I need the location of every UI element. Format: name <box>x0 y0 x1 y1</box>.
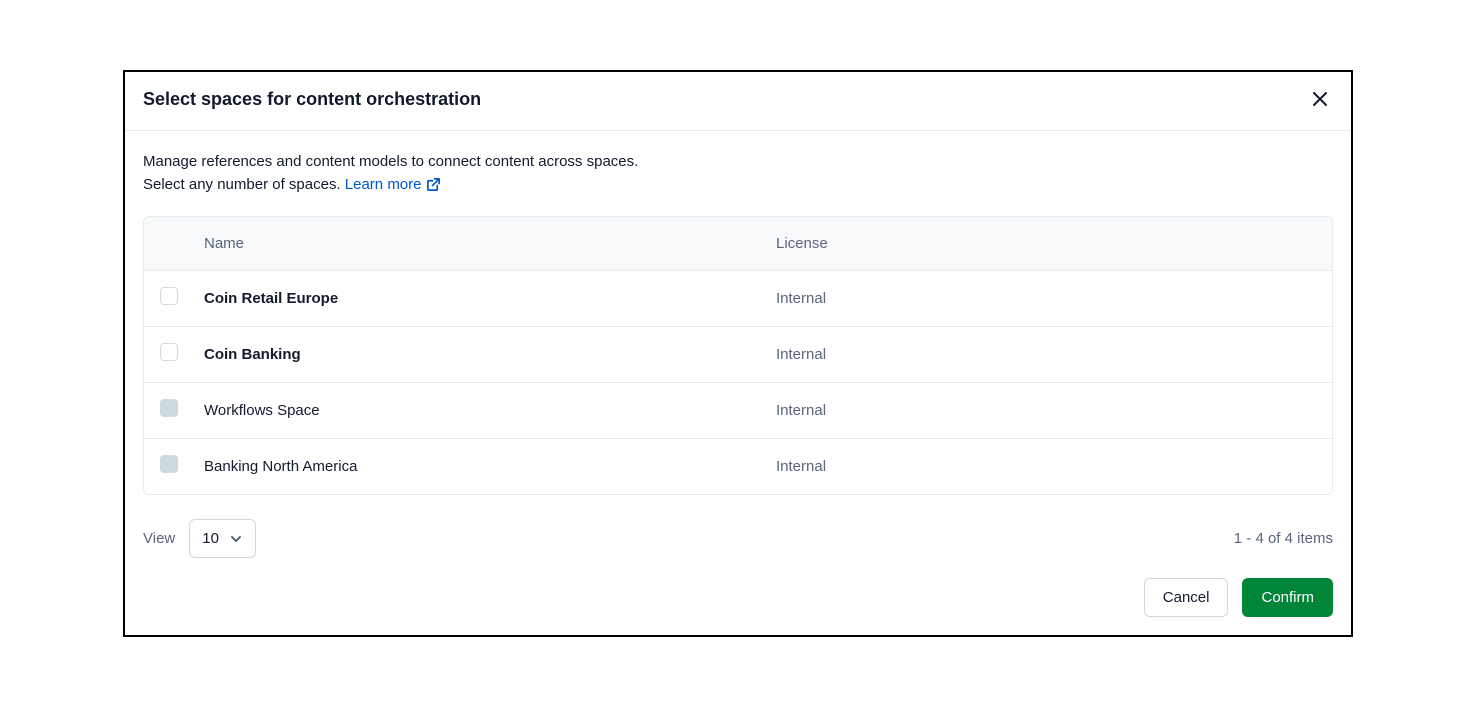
modal-header: Select spaces for content orchestration <box>125 72 1351 131</box>
row-license: Internal <box>776 458 1316 475</box>
learn-more-label: Learn more <box>345 174 422 197</box>
chevron-down-icon <box>229 532 243 546</box>
cancel-button[interactable]: Cancel <box>1144 578 1229 617</box>
modal-body: Manage references and content models to … <box>125 131 1351 635</box>
modal-title: Select spaces for content orchestration <box>143 89 481 110</box>
confirm-button[interactable]: Confirm <box>1242 578 1333 617</box>
row-license: Internal <box>776 346 1316 363</box>
checkbox-cell <box>160 343 204 366</box>
table-footer: View 10 1 - 4 of 4 items <box>143 519 1333 558</box>
view-page-size-select[interactable]: 10 <box>189 519 256 558</box>
close-icon <box>1311 90 1329 108</box>
select-spaces-modal: Select spaces for content orchestration … <box>123 70 1353 637</box>
row-name: Banking North America <box>204 458 776 475</box>
row-checkbox <box>160 399 178 417</box>
table-row: Coin BankingInternal <box>144 327 1332 383</box>
view-group: View 10 <box>143 519 256 558</box>
table-row: Coin Retail EuropeInternal <box>144 271 1332 327</box>
modal-description: Manage references and content models to … <box>143 151 1333 196</box>
row-license: Internal <box>776 290 1316 307</box>
row-checkbox[interactable] <box>160 343 178 361</box>
modal-actions: Cancel Confirm <box>143 578 1333 617</box>
view-label: View <box>143 530 175 547</box>
spaces-table: Name License Coin Retail EuropeInternalC… <box>143 216 1333 495</box>
table-row: Workflows SpaceInternal <box>144 383 1332 439</box>
col-name-header: Name <box>204 235 776 252</box>
row-name: Workflows Space <box>204 402 776 419</box>
close-button[interactable] <box>1307 86 1333 112</box>
checkbox-cell <box>160 287 204 310</box>
row-name: Coin Banking <box>204 346 776 363</box>
checkbox-cell <box>160 455 204 478</box>
col-checkbox-header <box>160 235 204 252</box>
table-header: Name License <box>144 217 1332 271</box>
learn-more-link[interactable]: Learn more <box>345 174 441 197</box>
view-page-size-value: 10 <box>202 530 219 547</box>
description-line-2-prefix: Select any number of spaces. <box>143 176 345 193</box>
row-checkbox <box>160 455 178 473</box>
row-checkbox[interactable] <box>160 287 178 305</box>
pagination-info: 1 - 4 of 4 items <box>1234 530 1333 547</box>
checkbox-cell <box>160 399 204 422</box>
row-license: Internal <box>776 402 1316 419</box>
col-license-header: License <box>776 235 1316 252</box>
description-line-1: Manage references and content models to … <box>143 153 638 170</box>
table-row: Banking North AmericaInternal <box>144 439 1332 494</box>
row-name: Coin Retail Europe <box>204 290 776 307</box>
external-link-icon <box>426 177 441 192</box>
